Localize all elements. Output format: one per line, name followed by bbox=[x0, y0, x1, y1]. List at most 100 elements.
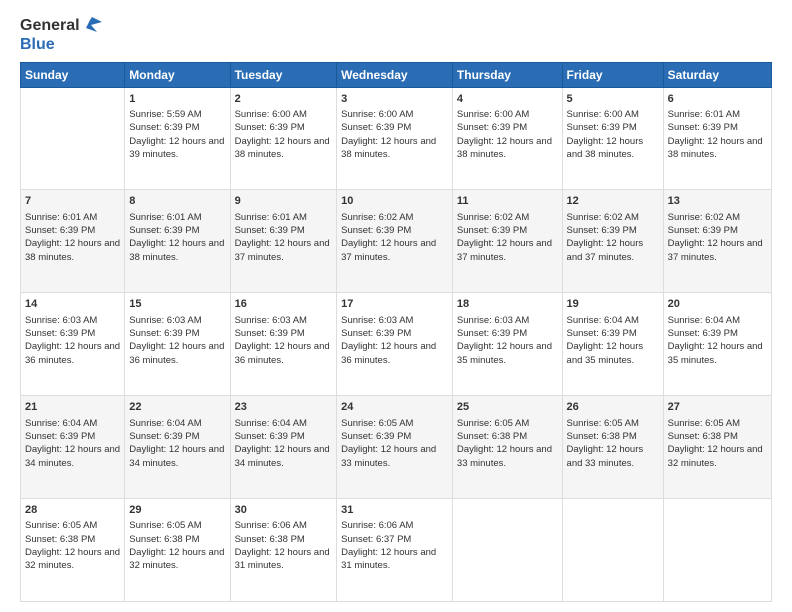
sunrise-text: Sunrise: 6:05 AM bbox=[567, 418, 639, 429]
day-cell: 29Sunrise: 6:05 AMSunset: 6:38 PMDayligh… bbox=[125, 499, 230, 602]
day-cell: 21Sunrise: 6:04 AMSunset: 6:39 PMDayligh… bbox=[21, 396, 125, 499]
day-number: 2 bbox=[235, 92, 333, 107]
sunset-text: Sunset: 6:37 PM bbox=[341, 534, 411, 545]
sunset-text: Sunset: 6:39 PM bbox=[341, 328, 411, 339]
calendar-body: 1 Sunrise: 5:59 AM Sunset: 6:39 PM Daylight… bbox=[21, 87, 772, 601]
day-number: 17 bbox=[341, 297, 448, 312]
day-cell: 10Sunrise: 6:02 AMSunset: 6:39 PMDayligh… bbox=[337, 190, 453, 293]
sunset-text: Sunset: 6:38 PM bbox=[567, 431, 637, 442]
daylight-text: Daylight: 12 hours and 36 minutes. bbox=[341, 341, 436, 365]
day-number: 19 bbox=[567, 297, 659, 312]
daylight-text: Daylight: 12 hours and 38 minutes. bbox=[235, 136, 330, 160]
day-cell: 1Sunrise: 5:59 AMSunset: 6:39 PMDaylight… bbox=[125, 87, 230, 190]
sunrise-text: Sunrise: 6:04 AM bbox=[668, 315, 740, 326]
day-number: 25 bbox=[457, 400, 558, 415]
day-number: 10 bbox=[341, 194, 448, 209]
daylight-text: Daylight: 12 hours and 34 minutes. bbox=[25, 444, 120, 468]
sunrise-text: Sunrise: 6:02 AM bbox=[668, 212, 740, 223]
sunrise-text: Sunrise: 6:00 AM bbox=[457, 109, 529, 120]
sunset-text: Sunset: 6:38 PM bbox=[25, 534, 95, 545]
day-cell: 19Sunrise: 6:04 AMSunset: 6:39 PMDayligh… bbox=[562, 293, 663, 396]
day-cell: 3Sunrise: 6:00 AMSunset: 6:39 PMDaylight… bbox=[337, 87, 453, 190]
header-cell-sunday: Sunday bbox=[21, 62, 125, 87]
sunset-text: Sunset: 6:39 PM bbox=[341, 122, 411, 133]
day-cell: 16Sunrise: 6:03 AMSunset: 6:39 PMDayligh… bbox=[230, 293, 337, 396]
day-cell: 13Sunrise: 6:02 AMSunset: 6:39 PMDayligh… bbox=[663, 190, 771, 293]
daylight-text: Daylight: 12 hours and 35 minutes. bbox=[457, 341, 552, 365]
header-cell-saturday: Saturday bbox=[663, 62, 771, 87]
day-cell: 26Sunrise: 6:05 AMSunset: 6:38 PMDayligh… bbox=[562, 396, 663, 499]
day-cell: 20Sunrise: 6:04 AMSunset: 6:39 PMDayligh… bbox=[663, 293, 771, 396]
sunrise-text: Sunrise: 6:05 AM bbox=[341, 418, 413, 429]
sunset-text: Sunset: 6:39 PM bbox=[567, 225, 637, 236]
sunset-text: Sunset: 6:38 PM bbox=[457, 431, 527, 442]
daylight-text: Daylight: 12 hours and 33 minutes. bbox=[567, 444, 644, 468]
day-cell: 30Sunrise: 6:06 AMSunset: 6:38 PMDayligh… bbox=[230, 499, 337, 602]
day-number: 5 bbox=[567, 92, 659, 107]
daylight-text: Daylight: 12 hours and 36 minutes. bbox=[129, 341, 224, 365]
daylight-text: Daylight: 12 hours and 32 minutes. bbox=[25, 547, 120, 571]
day-cell: 22Sunrise: 6:04 AMSunset: 6:39 PMDayligh… bbox=[125, 396, 230, 499]
daylight-text: Daylight: 12 hours and 35 minutes. bbox=[567, 341, 644, 365]
day-number: 13 bbox=[668, 194, 767, 209]
day-cell: 9Sunrise: 6:01 AMSunset: 6:39 PMDaylight… bbox=[230, 190, 337, 293]
logo: General Blue bbox=[20, 16, 104, 54]
logo-blue: Blue bbox=[20, 36, 55, 53]
daylight-text: Daylight: 12 hours and 34 minutes. bbox=[129, 444, 224, 468]
daylight-text: Daylight: 12 hours and 36 minutes. bbox=[235, 341, 330, 365]
daylight-text: Daylight: 12 hours and 37 minutes. bbox=[341, 238, 436, 262]
day-number: 21 bbox=[25, 400, 120, 415]
daylight-text: Daylight: 12 hours and 38 minutes. bbox=[457, 136, 552, 160]
sunrise-text: Sunrise: 6:00 AM bbox=[341, 109, 413, 120]
sunrise-text: Sunrise: 6:01 AM bbox=[235, 212, 307, 223]
sunset-text: Sunset: 6:39 PM bbox=[235, 225, 305, 236]
day-number: 1 bbox=[129, 92, 225, 107]
sunrise-text: Sunrise: 6:05 AM bbox=[457, 418, 529, 429]
sunrise-text: Sunrise: 6:01 AM bbox=[668, 109, 740, 120]
week-row-3: 14Sunrise: 6:03 AMSunset: 6:39 PMDayligh… bbox=[21, 293, 772, 396]
sunrise-text: Sunrise: 6:06 AM bbox=[235, 520, 307, 531]
sunrise-text: Sunrise: 6:06 AM bbox=[341, 520, 413, 531]
day-number: 9 bbox=[235, 194, 333, 209]
day-cell: 24Sunrise: 6:05 AMSunset: 6:39 PMDayligh… bbox=[337, 396, 453, 499]
sunset-text: Sunset: 6:39 PM bbox=[129, 225, 199, 236]
day-cell bbox=[663, 499, 771, 602]
day-number: 7 bbox=[25, 194, 120, 209]
daylight-text: Daylight: 12 hours and 38 minutes. bbox=[668, 136, 763, 160]
day-number: 31 bbox=[341, 503, 448, 518]
day-cell: 14Sunrise: 6:03 AMSunset: 6:39 PMDayligh… bbox=[21, 293, 125, 396]
sunset-text: Sunset: 6:39 PM bbox=[235, 122, 305, 133]
sunrise-text: Sunrise: 6:02 AM bbox=[457, 212, 529, 223]
calendar-header: SundayMondayTuesdayWednesdayThursdayFrid… bbox=[21, 62, 772, 87]
daylight-text: Daylight: 12 hours and 31 minutes. bbox=[341, 547, 436, 571]
day-cell bbox=[21, 87, 125, 190]
sunrise-text: Sunrise: 6:03 AM bbox=[25, 315, 97, 326]
day-number: 22 bbox=[129, 400, 225, 415]
day-cell: 4Sunrise: 6:00 AMSunset: 6:39 PMDaylight… bbox=[452, 87, 562, 190]
sunset-text: Sunset: 6:38 PM bbox=[235, 534, 305, 545]
sunrise-text: Sunrise: 6:03 AM bbox=[235, 315, 307, 326]
day-cell: 25Sunrise: 6:05 AMSunset: 6:38 PMDayligh… bbox=[452, 396, 562, 499]
day-number: 12 bbox=[567, 194, 659, 209]
daylight-text: Daylight: 12 hours and 31 minutes. bbox=[235, 547, 330, 571]
sunrise-text: Sunrise: 5:59 AM bbox=[129, 109, 201, 120]
daylight-text: Daylight: 12 hours and 37 minutes. bbox=[668, 238, 763, 262]
sunset-text: Sunset: 6:39 PM bbox=[567, 328, 637, 339]
sunrise-text: Sunrise: 6:05 AM bbox=[668, 418, 740, 429]
sunset-text: Sunset: 6:39 PM bbox=[129, 431, 199, 442]
day-number: 11 bbox=[457, 194, 558, 209]
sunrise-text: Sunrise: 6:01 AM bbox=[25, 212, 97, 223]
day-number: 18 bbox=[457, 297, 558, 312]
daylight-text: Daylight: 12 hours and 38 minutes. bbox=[567, 136, 644, 160]
week-row-1: 1 Sunrise: 5:59 AM Sunset: 6:39 PM Daylight… bbox=[21, 87, 772, 190]
daylight-text: Daylight: 12 hours and 33 minutes. bbox=[341, 444, 436, 468]
sunrise-text: Sunrise: 6:04 AM bbox=[235, 418, 307, 429]
day-number: 15 bbox=[129, 297, 225, 312]
daylight-text: Daylight: 12 hours and 38 minutes. bbox=[25, 238, 120, 262]
day-number: 27 bbox=[668, 400, 767, 415]
sunset-text: Sunset: 6:39 PM bbox=[129, 328, 199, 339]
week-row-5: 28Sunrise: 6:05 AMSunset: 6:38 PMDayligh… bbox=[21, 499, 772, 602]
sunset-text: Sunset: 6:39 PM bbox=[457, 328, 527, 339]
daylight-text: Daylight: 12 hours and 37 minutes. bbox=[567, 238, 644, 262]
day-cell: 6Sunrise: 6:01 AMSunset: 6:39 PMDaylight… bbox=[663, 87, 771, 190]
